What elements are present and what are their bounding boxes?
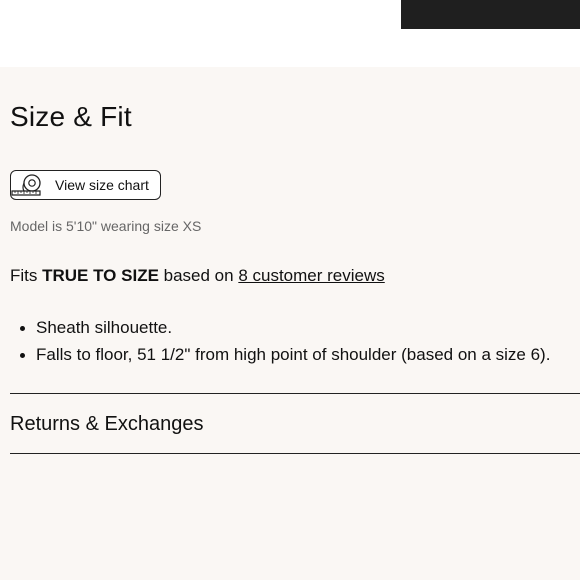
customer-reviews-link[interactable]: 8 customer reviews (238, 266, 384, 285)
fit-summary: Fits TRUE TO SIZE based on 8 customer re… (10, 266, 385, 286)
view-size-chart-button[interactable]: View size chart (10, 170, 161, 200)
fit-details-list: Sheath silhouette. Falls to floor, 51 1/… (10, 316, 550, 370)
fit-middle: based on (158, 266, 239, 285)
size-fit-title: Size & Fit (10, 101, 132, 132)
list-item: Sheath silhouette. (10, 316, 550, 343)
measuring-tape-icon (11, 174, 41, 196)
divider (10, 453, 580, 454)
divider (10, 393, 580, 394)
list-item: Falls to floor, 51 1/2" from high point … (10, 343, 550, 370)
fit-prefix: Fits (10, 266, 43, 285)
returns-exchanges-accordion[interactable]: Returns & Exchanges (10, 413, 203, 436)
fit-value: TRUE TO SIZE (42, 266, 159, 285)
model-size-note: Model is 5'10" wearing size XS (10, 218, 202, 234)
product-image (401, 0, 580, 29)
size-chart-label: View size chart (55, 177, 149, 193)
